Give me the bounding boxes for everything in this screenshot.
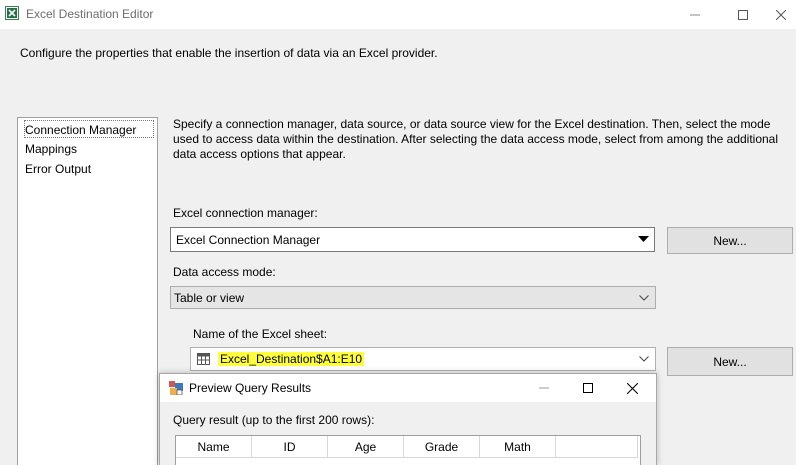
section-description: Specify a connection manager, data sourc… bbox=[173, 117, 779, 161]
close-icon bbox=[776, 9, 786, 20]
connection-manager-label: Excel connection manager: bbox=[173, 206, 318, 220]
connection-manager-value: Excel Connection Manager bbox=[176, 232, 321, 247]
dialog-maximize-button[interactable] bbox=[568, 374, 608, 402]
results-grid[interactable]: Name ID Age Grade Math bbox=[175, 435, 641, 465]
minimize-icon bbox=[690, 14, 700, 15]
column-header-math[interactable]: Math bbox=[480, 436, 556, 458]
new-connection-button[interactable]: New... bbox=[667, 227, 793, 254]
maximize-icon bbox=[738, 9, 748, 20]
dialog-minimize-button[interactable] bbox=[524, 374, 564, 402]
column-header-name[interactable]: Name bbox=[176, 436, 252, 458]
triangle-down-icon bbox=[638, 236, 649, 242]
minimize-button[interactable] bbox=[672, 0, 718, 29]
sheet-name-combo[interactable]: Excel_Destination$A1:E10 bbox=[190, 347, 656, 371]
nav-item-connection-manager[interactable]: Connection Manager bbox=[24, 120, 154, 138]
table-icon bbox=[197, 353, 210, 365]
connection-manager-dropdown[interactable] bbox=[632, 228, 654, 251]
ssis-editor-icon bbox=[5, 6, 19, 20]
dialog-close-button[interactable] bbox=[612, 374, 652, 402]
dialog-title-bar: Preview Query Results bbox=[160, 374, 656, 402]
query-result-label: Query result (up to the first 200 rows): bbox=[173, 413, 375, 427]
nav-item-error-output[interactable]: Error Output bbox=[24, 160, 154, 178]
header-description: Configure the properties that enable the… bbox=[20, 46, 438, 60]
minimize-icon bbox=[539, 387, 549, 389]
preview-query-results-dialog: Preview Query Results Query result (up t… bbox=[159, 373, 657, 465]
new-sheet-button[interactable]: New... bbox=[667, 347, 793, 376]
column-header-next[interactable] bbox=[556, 436, 638, 458]
access-mode-combo[interactable]: Table or view bbox=[170, 286, 656, 309]
sheet-name-dropdown[interactable] bbox=[633, 348, 655, 370]
query-results-icon bbox=[169, 381, 183, 395]
close-icon bbox=[626, 382, 638, 394]
maximize-button[interactable] bbox=[720, 0, 766, 29]
column-header-id[interactable]: ID bbox=[252, 436, 328, 458]
dialog-title: Preview Query Results bbox=[189, 381, 312, 395]
sheet-name-value: Excel_Destination$A1:E10 bbox=[218, 352, 365, 366]
title-bar: Excel Destination Editor bbox=[0, 0, 796, 29]
navigation-list: Connection Manager Mappings Error Output bbox=[17, 117, 158, 465]
access-mode-dropdown[interactable] bbox=[633, 287, 655, 308]
close-button[interactable] bbox=[766, 0, 796, 29]
results-grid-header: Name ID Age Grade Math bbox=[176, 436, 638, 458]
window-title: Excel Destination Editor bbox=[26, 7, 154, 21]
chevron-down-icon bbox=[639, 356, 649, 362]
sheet-name-label: Name of the Excel sheet: bbox=[193, 327, 328, 341]
access-mode-value: Table or view bbox=[174, 290, 245, 305]
column-header-age[interactable]: Age bbox=[328, 436, 404, 458]
connection-manager-combo[interactable]: Excel Connection Manager bbox=[170, 227, 655, 252]
nav-item-mappings[interactable]: Mappings bbox=[24, 140, 154, 158]
maximize-icon bbox=[583, 383, 593, 393]
access-mode-label: Data access mode: bbox=[173, 265, 276, 279]
chevron-down-icon bbox=[639, 294, 649, 301]
column-header-grade[interactable]: Grade bbox=[404, 436, 480, 458]
